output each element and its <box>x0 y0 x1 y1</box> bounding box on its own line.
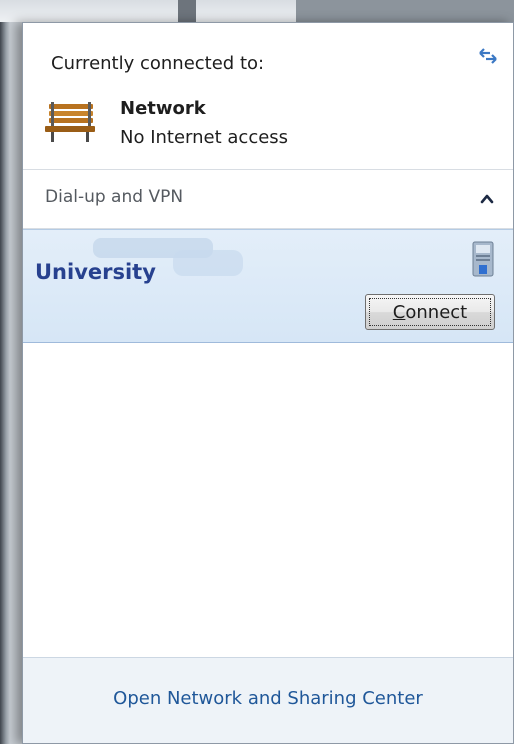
connect-button-label: Connect <box>392 301 468 323</box>
vpn-connection-name: University <box>35 260 156 284</box>
desktop-background: Currently connected to: Network No Inter… <box>0 0 514 744</box>
park-bench-icon <box>45 102 95 142</box>
network-flyout: Currently connected to: Network No Inter… <box>22 22 514 744</box>
network-status: No Internet access <box>120 127 289 148</box>
connect-button[interactable]: Connect <box>365 294 495 330</box>
dialup-vpn-label: Dial-up and VPN <box>45 187 184 207</box>
window-edge <box>296 0 514 22</box>
connected-title: Currently connected to: <box>51 53 265 74</box>
vpn-connection-icon <box>472 241 494 277</box>
refresh-arrows-icon[interactable] <box>477 45 499 67</box>
chevron-up-icon[interactable] <box>477 190 497 208</box>
flyout-footer: Open Network and Sharing Center <box>23 657 513 743</box>
vpn-connection-item[interactable]: University Connect <box>23 229 513 343</box>
network-name: Network <box>120 98 206 119</box>
blurred-region <box>173 250 243 276</box>
dialup-vpn-header[interactable]: Dial-up and VPN <box>23 170 513 229</box>
taskbar-strip <box>0 0 514 22</box>
empty-list-area <box>23 343 513 663</box>
connected-section: Currently connected to: Network No Inter… <box>23 23 513 170</box>
open-network-sharing-center-link[interactable]: Open Network and Sharing Center <box>23 688 513 709</box>
window-edge <box>178 0 196 22</box>
